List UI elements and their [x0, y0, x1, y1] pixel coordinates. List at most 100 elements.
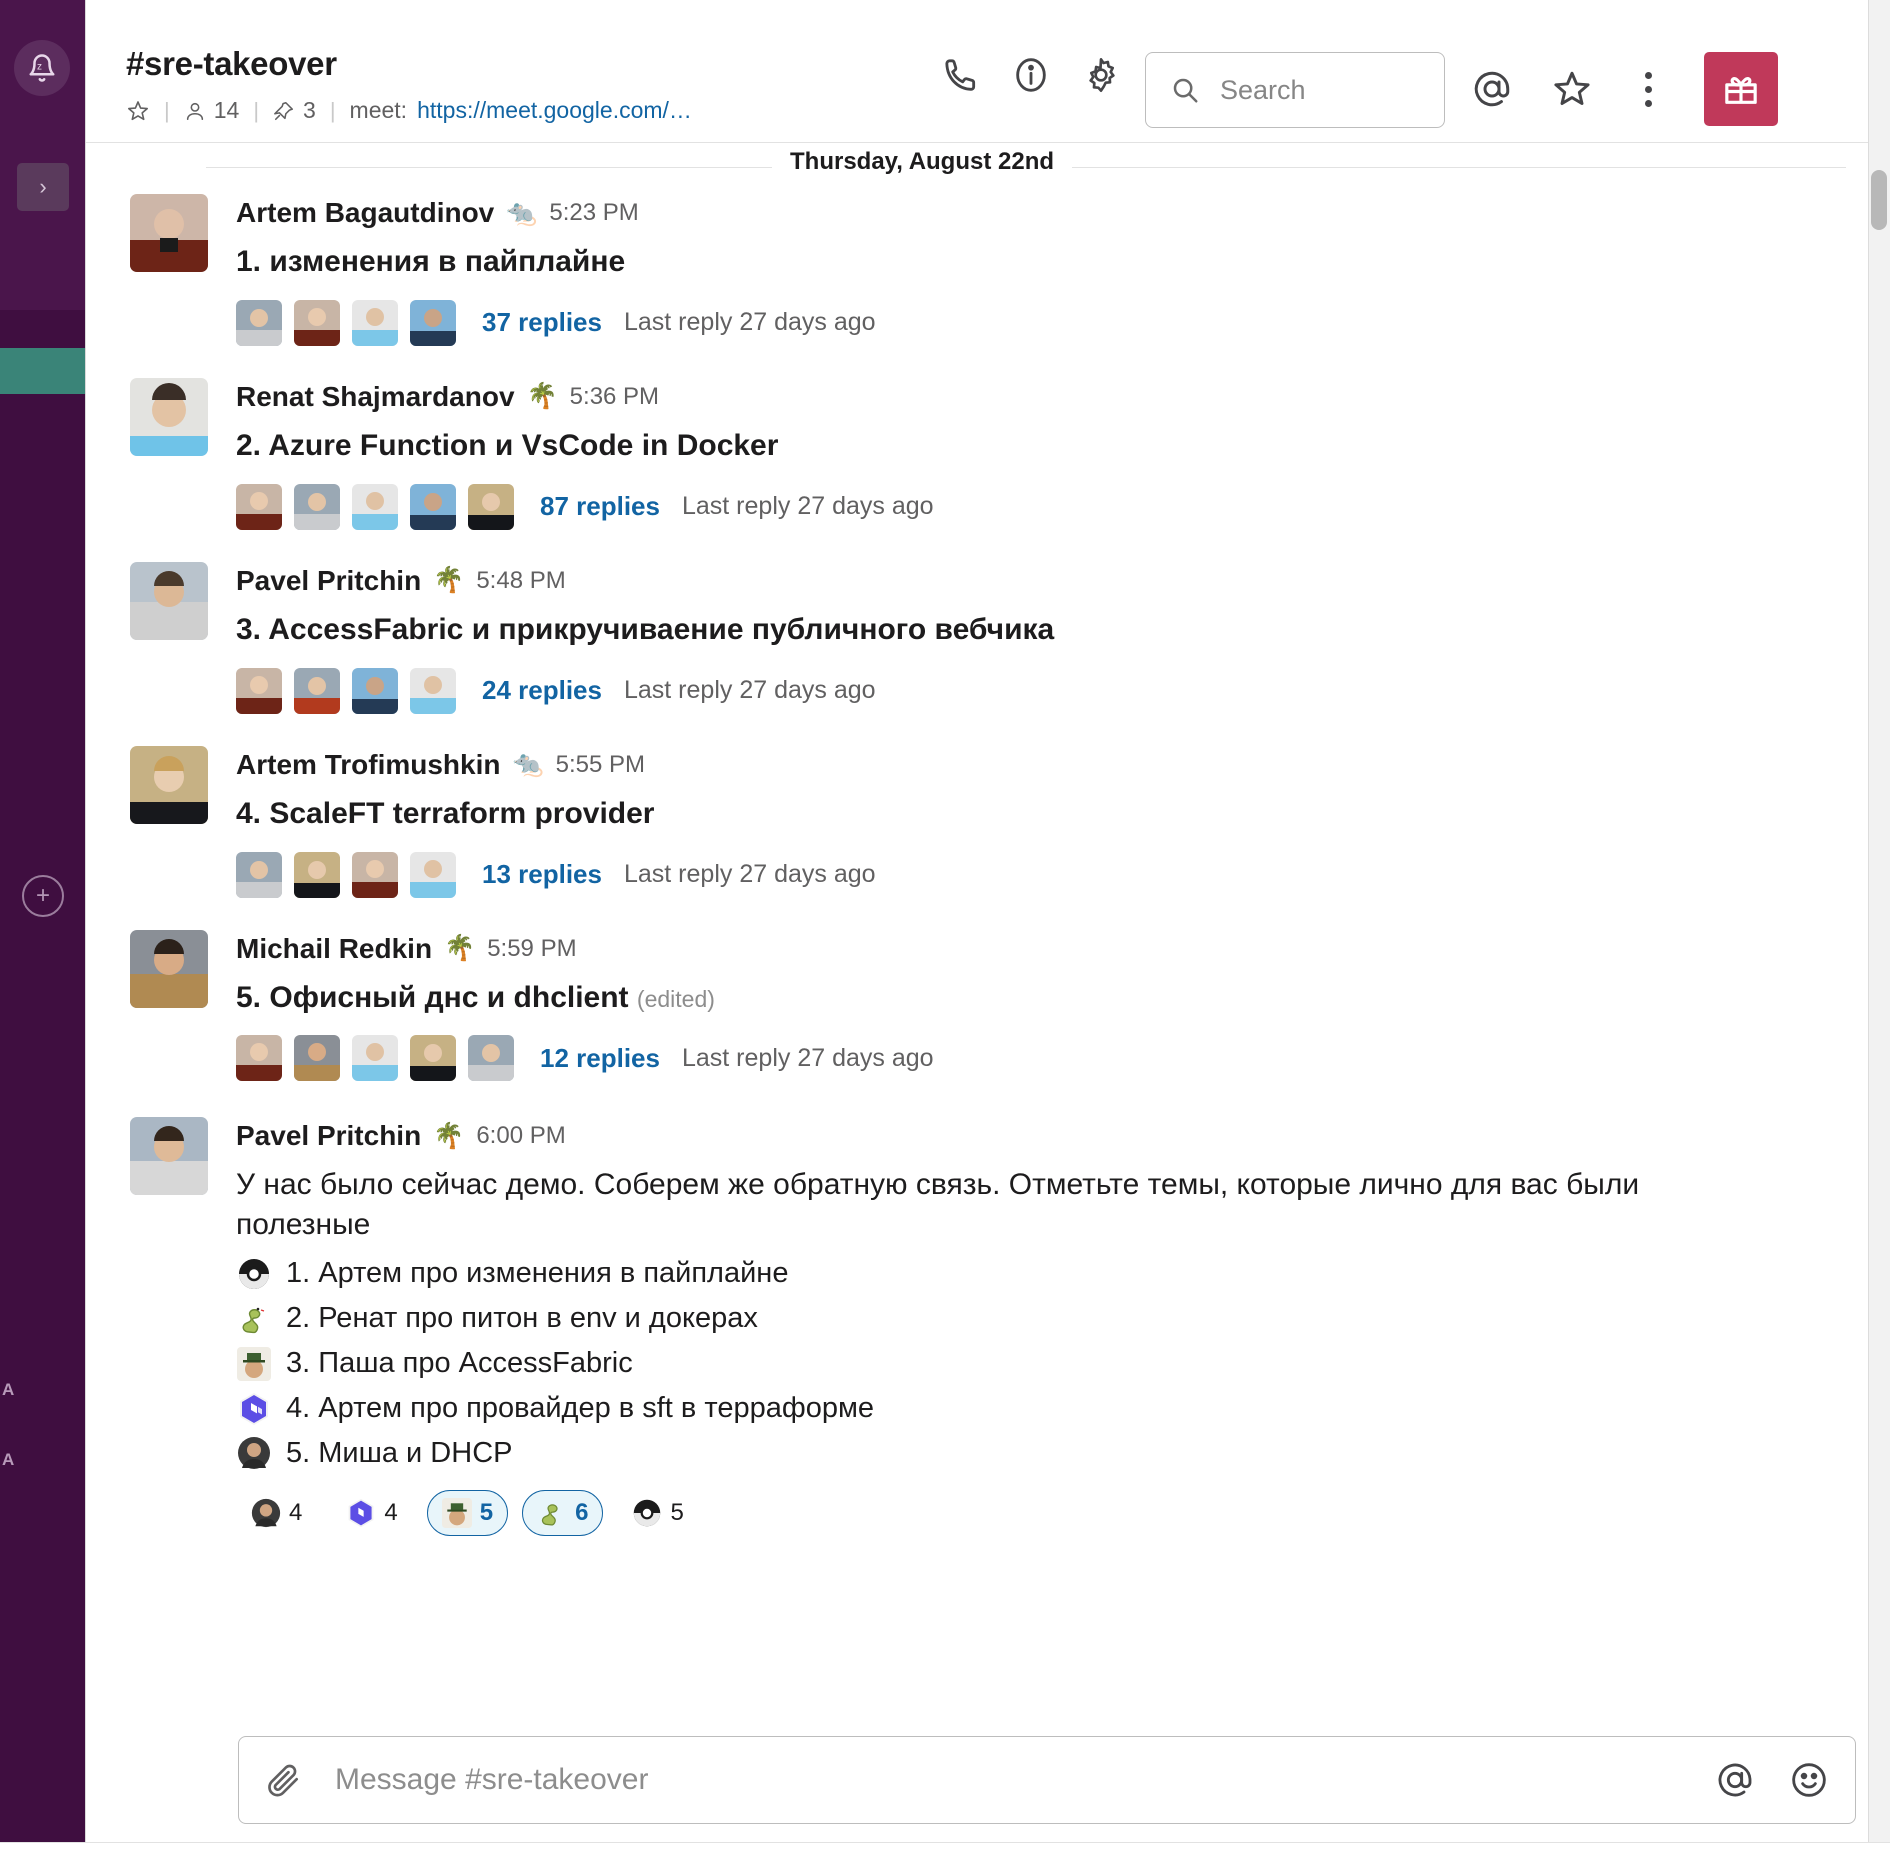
reply-count-link[interactable]: 13 replies — [482, 859, 602, 890]
thread-participant-avatar — [468, 483, 514, 530]
reply-count-link[interactable]: 37 replies — [482, 307, 602, 338]
pins-count[interactable]: 3 — [273, 97, 316, 124]
status-badge: 🐀 — [512, 750, 544, 779]
thread-participant-avatar — [294, 667, 340, 714]
reaction-chip[interactable]: 5 — [426, 1489, 509, 1536]
avatar[interactable] — [130, 561, 208, 640]
reaction-count: 4 — [289, 1498, 303, 1526]
message-row: Michail Redkin 🌴 5:59 PM 5. Офисный днс … — [86, 902, 1890, 1086]
message-list[interactable]: Artem Bagautdinov 🐀 5:23 PM 1. изменения… — [86, 178, 1890, 1738]
thread-participant-avatar — [294, 299, 340, 346]
message-body: Pavel Pritchin 🌴 6:00 PM У нас было сейч… — [236, 1115, 1890, 1536]
search-input[interactable]: Search — [1145, 52, 1445, 128]
meta-sep-3: | — [329, 97, 336, 123]
message-body: Renat Shajmardanov 🌴 5:36 PM 2. Azure Fu… — [236, 376, 1890, 534]
plus-circle-icon[interactable]: + — [22, 875, 64, 917]
message-author[interactable]: Renat Shajmardanov — [236, 381, 515, 413]
thread-participant-avatar — [468, 1035, 514, 1082]
thread-participant-avatar — [236, 667, 282, 714]
thread-participant-avatar — [410, 667, 456, 714]
chevron-right-icon[interactable]: › — [17, 163, 69, 211]
message-header: Renat Shajmardanov 🌴 5:36 PM — [236, 376, 1890, 418]
message-header: Artem Trofimushkin 🐀 5:55 PM — [236, 744, 1890, 786]
gift-icon[interactable] — [1704, 52, 1778, 126]
avatar[interactable] — [130, 1117, 208, 1196]
message-author[interactable]: Michail Redkin — [236, 933, 432, 965]
status-badge: 🌴 — [433, 1121, 465, 1150]
scrollbar-track[interactable] — [1868, 0, 1890, 1864]
workspace-rail: z ) › + ) A A — [0, 0, 85, 1864]
starred-icon[interactable] — [1551, 68, 1593, 110]
reply-count-link[interactable]: 87 replies — [540, 491, 660, 522]
reaction-chip[interactable]: 6 — [522, 1489, 604, 1536]
thread-replies[interactable]: 13 replies Last reply 27 days ago — [236, 848, 1890, 902]
window-bottom-strip — [0, 1842, 1890, 1864]
slack-window: z ) › + ) A A #sre-takeover | — [0, 0, 1890, 1864]
terraform-icon — [236, 1391, 272, 1427]
composer-actions — [1715, 1760, 1829, 1800]
call-icon[interactable] — [941, 55, 981, 95]
paperclip-icon[interactable] — [265, 1761, 303, 1799]
message-text: 3. AccessFabric и прикручиваение публичн… — [236, 612, 1055, 646]
reaction-chip[interactable]: 4 — [331, 1490, 412, 1536]
reaction-chip[interactable]: 4 — [236, 1490, 317, 1536]
list-item: 5. Миша и DHCP — [236, 1431, 1890, 1476]
thread-replies[interactable]: 24 replies Last reply 27 days ago — [236, 664, 1890, 718]
mention-icon[interactable] — [1715, 1760, 1755, 1800]
pokeball-icon — [634, 1499, 661, 1527]
info-icon[interactable] — [1011, 55, 1051, 95]
avatar[interactable] — [130, 377, 208, 456]
terraform-icon — [349, 1498, 374, 1528]
thread-replies[interactable]: 37 replies Last reply 27 days ago — [236, 296, 1890, 350]
header-action-icons — [941, 55, 1121, 95]
gear-icon[interactable] — [1081, 55, 1121, 95]
smiley-icon[interactable] — [1789, 1760, 1829, 1800]
list-item: 3. Паша про AccessFabric — [236, 1341, 1890, 1386]
avatar[interactable] — [130, 745, 208, 824]
message-timestamp: 5:55 PM — [555, 750, 646, 778]
scrollbar-thumb[interactable] — [1871, 170, 1887, 230]
avatar[interactable] — [130, 929, 208, 1008]
mentions-icon[interactable] — [1471, 68, 1513, 110]
reply-count-link[interactable]: 24 replies — [482, 675, 602, 706]
message-text: 5. Офисный днс и dhclient (edited) — [236, 978, 1890, 1018]
message-author[interactable]: Artem Trofimushkin — [236, 749, 500, 781]
message-header: Pavel Pritchin 🌴 6:00 PM — [236, 1115, 1890, 1157]
search-icon — [1173, 78, 1198, 103]
status-badge: 🌴 — [444, 934, 476, 963]
date-divider: Thursday, August 22nd — [206, 148, 1846, 176]
members-count[interactable]: 14 — [184, 97, 239, 124]
edited-label: (edited) — [636, 985, 715, 1012]
topic-prefix: meet: — [349, 97, 408, 123]
reaction-count: 4 — [384, 1498, 398, 1526]
page-title: #sre-takeover — [126, 45, 337, 82]
thread-participant-avatar — [294, 851, 340, 898]
message-body: Pavel Pritchin 🌴 5:48 PM 3. AccessFabric… — [236, 560, 1890, 718]
message-composer[interactable]: Message #sre-takeover — [238, 1736, 1856, 1824]
thread-replies[interactable]: 12 replies Last reply 27 days ago — [236, 1031, 1890, 1085]
last-reply-label: Last reply 27 days ago — [681, 1043, 934, 1072]
list-item-label: 2. Ренат про питон в env и докерах — [286, 1302, 758, 1335]
reply-count-link[interactable]: 12 replies — [540, 1043, 660, 1074]
thread-participant-avatar — [236, 1035, 282, 1082]
topic-link[interactable]: https://meet.google.com/… — [417, 97, 692, 124]
kebab-menu-icon[interactable] — [1631, 66, 1666, 113]
channel-meta-bar: | 14 | 3 | meet: https://meet.google.com… — [126, 97, 692, 124]
pokeball-icon — [236, 1256, 272, 1292]
star-outline-icon[interactable] — [126, 99, 150, 123]
message-author[interactable]: Pavel Pritchin — [236, 1120, 421, 1152]
reaction-chip[interactable]: 5 — [617, 1490, 698, 1536]
snooze-bell-icon[interactable]: z — [14, 40, 70, 96]
rail-letter-2: A — [2, 1450, 15, 1469]
hat-face-icon — [441, 1497, 472, 1528]
thread-participant-avatar — [294, 1035, 340, 1082]
thread-replies[interactable]: 87 replies Last reply 27 days ago — [236, 480, 1890, 534]
thread-participant-avatar — [352, 1035, 398, 1082]
pins-count-label: 3 — [303, 97, 316, 123]
snake-icon — [236, 1301, 272, 1337]
avatar[interactable] — [130, 194, 208, 272]
message-author[interactable]: Artem Bagautdinov — [236, 197, 494, 229]
snake-icon — [541, 1504, 558, 1526]
message-author[interactable]: Pavel Pritchin — [236, 565, 421, 597]
list-item: 1. Артем про изменения в пайплайне — [236, 1251, 1890, 1296]
